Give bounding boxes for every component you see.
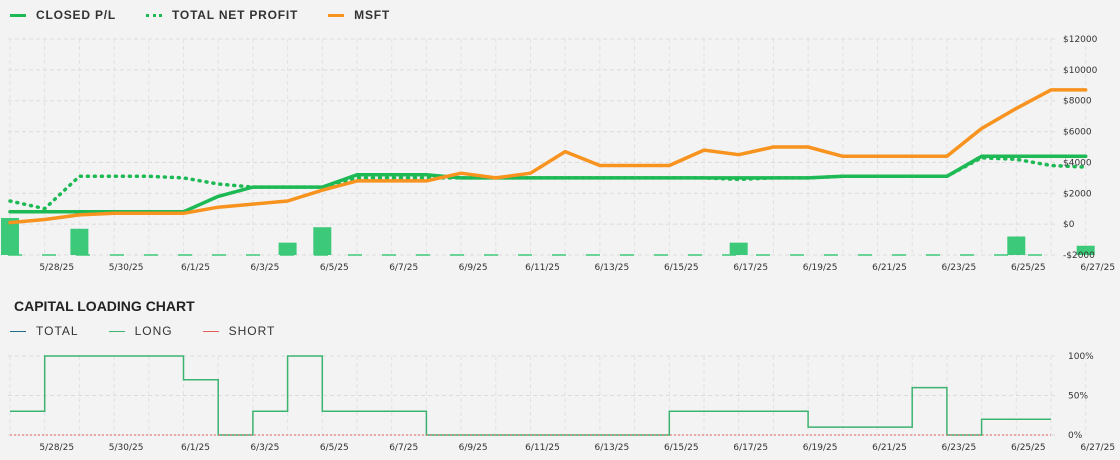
main-x-tick-label: 6/27/25 [1080,263,1115,273]
cap-x-tick-label: 6/13/25 [595,443,630,453]
main-y-tick-label: $10000 [1063,66,1098,76]
cap-x-tick-label: 5/30/25 [109,443,144,453]
series-line-msft [8,88,1088,225]
main-x-tick-label: 6/11/25 [525,263,560,273]
main-y-tick-label: $2000 [1063,189,1092,199]
cap-x-tick-label: 6/3/25 [250,443,279,453]
cap-x-tick-label: 6/15/25 [664,443,699,453]
cap-y-tick-label: 100% [1068,352,1094,362]
main-x-tick-label: 6/7/25 [389,263,418,273]
main-y-tick-label: -$2000 [1063,251,1095,261]
main-x-tick-label: 6/15/25 [664,263,699,273]
main-x-tick-label: 6/25/25 [1011,263,1046,273]
main-x-tick-label: 6/23/25 [942,263,977,273]
charts-svg: $12000 $10000 $8000 $6000 $4000 $2000 $0 -$2000… [1,35,1115,453]
main-x-tick-label: 6/9/25 [459,263,488,273]
main-x-tick-label: 6/17/25 [733,263,768,273]
main-x-tick-label: 6/19/25 [803,263,838,273]
series-line-closed-p-l [8,154,1088,214]
cap-x-tick-label: 6/19/25 [803,443,838,453]
main-x-tick-label: 5/30/25 [109,263,144,273]
cap-y-tick-label: 50% [1068,392,1088,402]
cap-x-tick-label: 6/9/25 [459,443,488,453]
cap-x-tick-label: 6/17/25 [733,443,768,453]
main-x-tick-label: 6/3/25 [250,263,279,273]
main-y-tick-label: $12000 [1063,35,1098,45]
main-x-tick-label: 6/13/25 [595,263,630,273]
cap-x-tick-label: 6/27/25 [1080,443,1115,453]
cap-x-tick-label: 5/28/25 [39,443,74,453]
bar [278,242,297,255]
bar [70,228,89,255]
main-x-tick-label: 5/28/25 [39,263,74,273]
cap-x-tick-label: 6/23/25 [942,443,977,453]
main-y-tick-label: $6000 [1063,128,1092,138]
main-y-tick-label: $8000 [1063,97,1092,107]
main-x-tick-label: 6/21/25 [872,263,907,273]
main-x-tick-label: 6/1/25 [181,263,210,273]
cap-x-tick-label: 6/1/25 [181,443,210,453]
series-line-total-net-profit [8,156,1088,211]
cap-x-tick-label: 6/11/25 [525,443,560,453]
cap-x-tick-label: 6/21/25 [872,443,907,453]
main-y-tick-label: $4000 [1063,158,1092,168]
cap-x-tick-label: 6/7/25 [389,443,418,453]
bar [729,242,748,255]
cap-y-tick-label: 0% [1068,431,1083,441]
cap-x-tick-label: 6/25/25 [1011,443,1046,453]
cap-series-long [10,355,1051,436]
main-y-tick-label: $0 [1063,220,1075,230]
cap-x-tick-label: 6/5/25 [320,443,349,453]
bar [313,227,332,255]
main-x-tick-label: 6/5/25 [320,263,349,273]
bar [1007,236,1026,255]
